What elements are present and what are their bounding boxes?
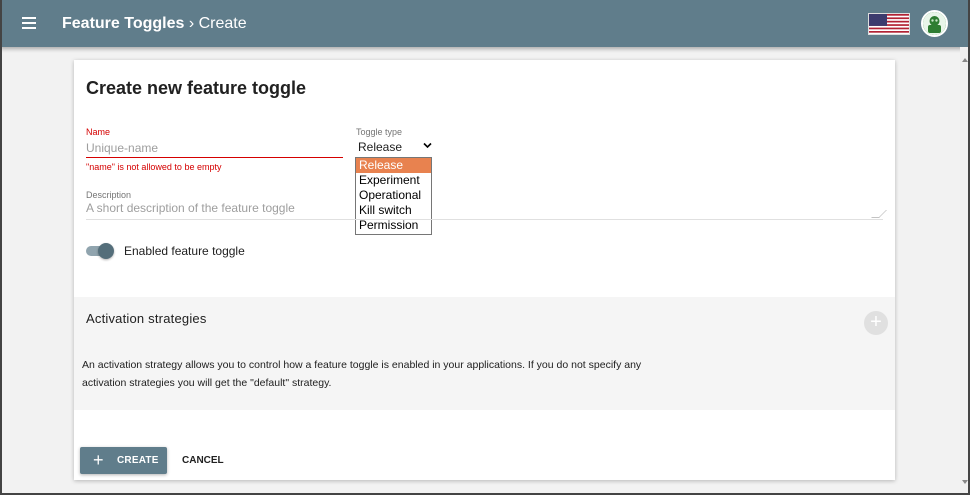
create-button-label: CREATE: [117, 455, 159, 466]
plus-icon: +: [870, 311, 882, 333]
cancel-button[interactable]: CANCEL: [178, 447, 228, 474]
user-avatar-icon[interactable]: [921, 10, 948, 37]
toggle-type-select[interactable]: Release: [358, 140, 434, 156]
description-label: Description: [86, 190, 132, 200]
toggle-type-selected-value: Release: [358, 140, 403, 154]
enabled-toggle-switch[interactable]: [86, 243, 114, 259]
activation-strategies-section: Activation strategies + An activation st…: [74, 297, 895, 410]
enabled-toggle-label: Enabled feature toggle: [124, 244, 245, 258]
hamburger-menu-icon[interactable]: [22, 17, 36, 29]
name-input[interactable]: [86, 138, 343, 158]
create-toggle-card: Create new feature toggle Name "name" is…: [74, 60, 895, 480]
breadcrumb: Feature Toggles › Create: [62, 15, 247, 33]
scroll-down-arrow-icon[interactable]: [962, 480, 968, 484]
activation-strategies-description: An activation strategy allows you to con…: [82, 359, 642, 389]
create-button[interactable]: + CREATE: [80, 447, 167, 474]
activation-strategies-title: Activation strategies: [86, 311, 207, 326]
name-error-message: "name" is not allowed to be empty: [86, 162, 222, 172]
chevron-down-icon: [423, 141, 432, 152]
toggle-type-dropdown: Release Experiment Operational Kill swit…: [355, 157, 432, 235]
us-flag-icon[interactable]: [868, 13, 910, 35]
page-title: Create new feature toggle: [86, 78, 307, 98]
cancel-button-label: CANCEL: [182, 455, 224, 466]
add-strategy-button[interactable]: +: [864, 311, 888, 335]
description-input[interactable]: [86, 201, 883, 220]
toggle-thumb: [98, 243, 114, 259]
option-experiment[interactable]: Experiment: [356, 173, 431, 188]
option-release[interactable]: Release: [356, 158, 431, 173]
option-permission[interactable]: Permission: [356, 218, 431, 233]
breadcrumb-current: Create: [198, 15, 247, 32]
name-label: Name: [86, 127, 111, 137]
breadcrumb-separator: ›: [188, 15, 195, 32]
breadcrumb-feature-toggles[interactable]: Feature Toggles: [62, 15, 184, 32]
plus-icon: +: [93, 450, 104, 470]
scrollbar[interactable]: [960, 47, 970, 493]
toggle-type-label: Toggle type: [356, 127, 403, 137]
scroll-up-arrow-icon[interactable]: [962, 58, 968, 62]
app-bar: Feature Toggles › Create: [0, 0, 970, 47]
